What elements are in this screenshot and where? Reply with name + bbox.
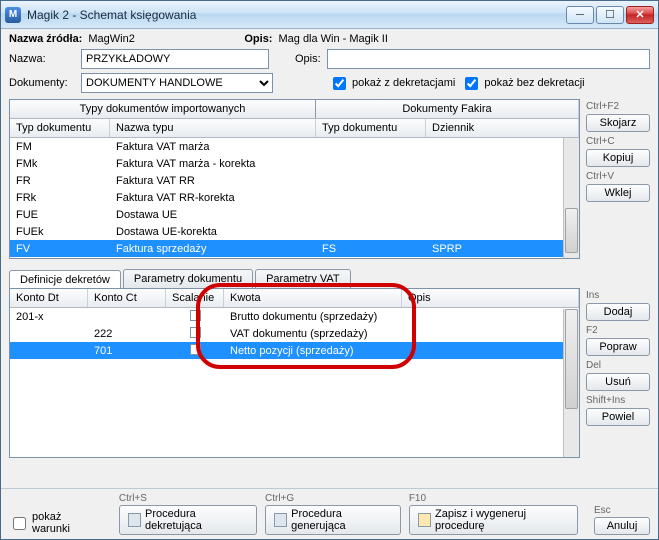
script-icon [274, 513, 287, 527]
form-desc-input[interactable] [327, 49, 650, 69]
app-icon: M [5, 7, 21, 23]
zapisz-button[interactable]: Zapisz i wygeneruj procedurę [409, 505, 578, 535]
source-label: Nazwa źródła: [9, 33, 82, 45]
col-kwota[interactable]: Kwota [224, 289, 402, 307]
maximize-button[interactable]: ☐ [596, 6, 624, 24]
anuluj-button[interactable]: Anuluj [594, 517, 650, 535]
desc-value: Mag dla Win - Magik II [278, 33, 387, 45]
powiel-button[interactable]: Powiel [586, 408, 650, 426]
footer: pokaż warunki Ctrl+S Procedura dekretują… [1, 488, 658, 539]
dekret-row[interactable]: 222VAT dokumentu (sprzedaży) [10, 325, 563, 342]
col-nazwa-typu[interactable]: Nazwa typu [110, 119, 316, 137]
show-without-input[interactable] [465, 77, 478, 90]
doc-types-table: Typy dokumentów importowanych Dokumenty … [9, 99, 580, 259]
col-konto-dt[interactable]: Konto Dt [10, 289, 88, 307]
scalanie-checkbox[interactable] [190, 310, 201, 321]
imported-section-title: Typy dokumentów importowanych [10, 100, 316, 118]
col-konto-ct[interactable]: Konto Ct [88, 289, 166, 307]
source-value: MagWin2 [88, 33, 238, 45]
show-conditions-checkbox[interactable]: pokaż warunki [9, 511, 97, 535]
docs-select[interactable]: DOKUMENTY HANDLOWE [81, 73, 273, 93]
dekret-row[interactable]: 701Netto pozycji (sprzedaży) [10, 342, 563, 359]
wklej-button[interactable]: Wklej [586, 184, 650, 202]
scalanie-checkbox[interactable] [190, 344, 201, 355]
dodaj-button[interactable]: Dodaj [586, 303, 650, 321]
main-window: M Magik 2 - Schemat księgowania ─ ☐ ✕ Na… [0, 0, 659, 540]
show-without-checkbox[interactable]: pokaż bez dekretacji [461, 74, 584, 93]
show-with-input[interactable] [333, 77, 346, 90]
popraw-button[interactable]: Popraw [586, 338, 650, 356]
imported-row[interactable]: FUEkDostawa UE-korekta [10, 223, 563, 240]
tabs: Definicje dekretów Parametry dokumentu P… [1, 265, 658, 288]
procedura-generujaca-button[interactable]: Procedura generująca [265, 505, 401, 535]
name-input[interactable] [81, 49, 269, 69]
show-with-checkbox[interactable]: pokaż z dekretacjami [329, 74, 455, 93]
scalanie-checkbox[interactable] [190, 327, 201, 338]
imported-row[interactable]: FMFaktura VAT marża [10, 138, 563, 155]
titlebar: M Magik 2 - Schemat księgowania ─ ☐ ✕ [1, 1, 658, 29]
col-dziennik[interactable]: Dziennik [426, 119, 579, 137]
tab-parametry-vat[interactable]: Parametry VAT [255, 269, 351, 288]
tab-definicje[interactable]: Definicje dekretów [9, 270, 121, 289]
close-button[interactable]: ✕ [626, 6, 654, 24]
procedura-dekretujaca-button[interactable]: Procedura dekretująca [119, 505, 257, 535]
imported-row[interactable]: FVFaktura sprzedażyFSSPRP [10, 240, 563, 257]
col-fakir-doc[interactable]: Typ dokumentu [316, 119, 426, 137]
fakir-section-title: Dokumenty Fakira [316, 100, 579, 118]
docs-label: Dokumenty: [9, 77, 75, 89]
script-icon [128, 513, 141, 527]
side-buttons-bottom: Ins Dodaj F2 Popraw Del Usuń Shift+Ins P… [586, 288, 650, 482]
col-typ-dok[interactable]: Typ dokumentu [10, 119, 110, 137]
usun-button[interactable]: Usuń [586, 373, 650, 391]
imported-row[interactable]: FRkFaktura VAT RR-korekta [10, 189, 563, 206]
dekret-scrollbar[interactable] [563, 309, 579, 457]
skojarz-button[interactable]: Skojarz [586, 114, 650, 132]
col-scalanie[interactable]: Scalanie [166, 289, 224, 307]
imported-row[interactable]: FRFaktura VAT RR [10, 172, 563, 189]
minimize-button[interactable]: ─ [566, 6, 594, 24]
side-buttons-top: Ctrl+F2 Skojarz Ctrl+C Kopiuj Ctrl+V Wkl… [586, 99, 650, 259]
table-scrollbar[interactable] [563, 138, 579, 258]
kopiuj-button[interactable]: Kopiuj [586, 149, 650, 167]
col-opis[interactable]: Opis [402, 289, 579, 307]
dekret-table: Konto Dt Konto Ct Scalanie Kwota Opis 20… [9, 288, 580, 458]
name-label: Nazwa: [9, 53, 75, 65]
window-title: Magik 2 - Schemat księgowania [27, 8, 566, 22]
form-desc-label: Opis: [295, 53, 321, 65]
dekret-row[interactable]: 201-xBrutto dokumentu (sprzedaży) [10, 308, 563, 325]
desc-label: Opis: [244, 33, 272, 45]
imported-row[interactable]: FUEDostawa UE [10, 206, 563, 223]
imported-row[interactable]: FMkFaktura VAT marża - korekta [10, 155, 563, 172]
sql-icon [418, 513, 431, 527]
tab-parametry-dokumentu[interactable]: Parametry dokumentu [123, 269, 253, 288]
